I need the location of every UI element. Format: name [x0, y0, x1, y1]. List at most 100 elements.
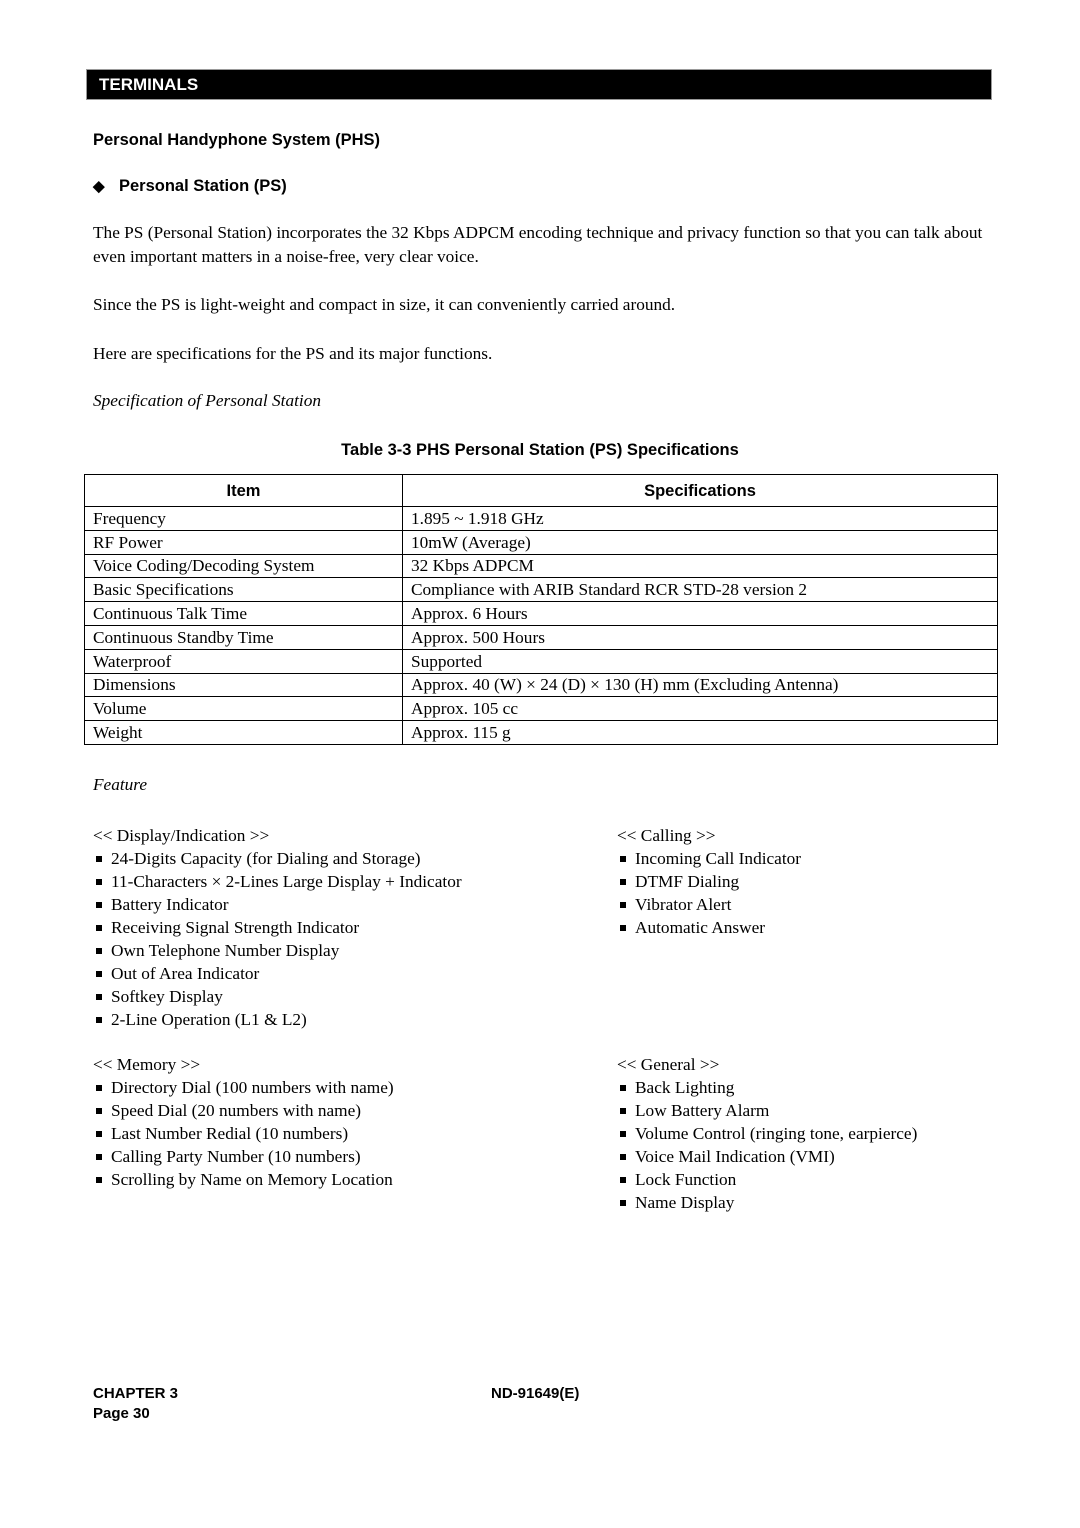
section-header-bar: TERMINALS [86, 69, 992, 100]
table-row: Dimensions Approx. 40 (W) × 24 (D) × 130 … [84, 672, 998, 698]
cell-specification: Approx. 115 g [402, 720, 998, 745]
paragraph-intro: The PS (Personal Station) incorporates t… [93, 223, 983, 266]
table-caption: Table 3-3 PHS Personal Station (PS) Spec… [341, 441, 739, 459]
feature-item-text: Vibrator Alert [635, 895, 732, 914]
feature-item-text: 11-Characters × 2-Lines Large Display + … [111, 872, 462, 891]
square-bullet-icon [96, 1108, 102, 1114]
feature-item: Back Lighting [617, 1076, 917, 1099]
cell-specification: 32 Kbps ADPCM [402, 553, 998, 579]
feature-list: 24-Digits Capacity (for Dialing and Stor… [93, 847, 462, 1031]
square-bullet-icon [620, 1108, 626, 1114]
square-bullet-icon [96, 994, 102, 1000]
paragraph-portable: Since the PS is light-weight and compact… [93, 295, 676, 314]
feature-item: Directory Dial (100 numbers with name) [93, 1076, 394, 1099]
feature-item: Automatic Answer [617, 916, 801, 939]
feature-item: Lock Function [617, 1168, 917, 1191]
feature-group-memory: << Memory >> Directory Dial (100 numbers… [93, 1053, 394, 1191]
feature-item-text: Directory Dial (100 numbers with name) [111, 1078, 394, 1097]
square-bullet-icon [96, 948, 102, 954]
cell-item: Continuous Talk Time [84, 601, 403, 626]
square-bullet-icon [620, 1177, 626, 1183]
feature-item: Softkey Display [93, 985, 462, 1008]
square-bullet-icon [96, 856, 102, 862]
square-bullet-icon [620, 1085, 626, 1091]
feature-item-text: Last Number Redial (10 numbers) [111, 1124, 349, 1143]
feature-list: Incoming Call Indicator DTMF Dialing Vibra… [617, 847, 801, 939]
feature-item: Own Telephone Number Display [93, 939, 462, 962]
cell-item: Frequency [84, 506, 403, 531]
feature-item-text: Softkey Display [111, 987, 223, 1006]
heading-phs: Personal Handyphone System (PHS) [93, 131, 380, 149]
spec-table: Item Specifications Frequency 1.895 ~ 1.9… [84, 474, 998, 745]
cell-item: Basic Specifications [84, 577, 403, 603]
feature-item: Vibrator Alert [617, 893, 801, 916]
feature-item-text: Name Display [635, 1193, 735, 1212]
square-bullet-icon [620, 1131, 626, 1137]
table-row: Continuous Talk Time Approx. 6 Hours [84, 601, 998, 626]
feature-item-text: Automatic Answer [635, 918, 766, 937]
feature-group-display: << Display/Indication >> 24-Digits Capac… [93, 824, 462, 1031]
table-row: Weight Approx. 115 g [84, 720, 998, 745]
square-bullet-icon [620, 1200, 626, 1206]
feature-item-text: Low Battery Alarm [635, 1101, 770, 1120]
square-bullet-icon [620, 902, 626, 908]
cell-item: Voice Coding/Decoding System [84, 553, 403, 579]
table-row: Voice Coding/Decoding System 32 Kbps ADPC… [84, 553, 998, 579]
header-item: Item [84, 474, 403, 507]
feature-item-text: Out of Area Indicator [111, 964, 260, 983]
feature-item: Volume Control (ringing tone, earpierce) [617, 1122, 917, 1145]
table-row: RF Power 10mW (Average) [84, 529, 998, 555]
cell-specification: Approx. 500 Hours [402, 624, 998, 650]
feature-item: 11-Characters × 2-Lines Large Display + … [93, 870, 462, 893]
feature-item: Low Battery Alarm [617, 1099, 917, 1122]
subheading-personal-station: ◆ Personal Station (PS) [93, 177, 287, 196]
feature-list: Directory Dial (100 numbers with name) Sp… [93, 1076, 394, 1191]
feature-list: Back Lighting Low Battery Alarm Volume Con… [617, 1076, 917, 1214]
square-bullet-icon [620, 856, 626, 862]
square-bullet-icon [96, 879, 102, 885]
cell-item: Volume [84, 696, 403, 722]
feature-item-text: Battery Indicator [111, 895, 229, 914]
feature-item: DTMF Dialing [617, 870, 801, 893]
feature-group-header: << Memory >> [93, 1055, 201, 1074]
feature-item: Speed Dial (20 numbers with name) [93, 1099, 394, 1122]
feature-item: 24-Digits Capacity (for Dialing and Stor… [93, 847, 462, 870]
square-bullet-icon [620, 925, 626, 931]
feature-item: Incoming Call Indicator [617, 847, 801, 870]
feature-group-general: << General >> Back Lighting Low Battery A… [617, 1053, 917, 1214]
feature-item-text: Voice Mail Indication (VMI) [635, 1147, 835, 1166]
feature-item: Battery Indicator [93, 893, 462, 916]
feature-item-text: Lock Function [635, 1170, 737, 1189]
feature-title: Feature [93, 775, 148, 794]
paragraph-specs-intro: Here are specifications for the PS and i… [93, 344, 493, 363]
feature-item: Scrolling by Name on Memory Location [93, 1168, 394, 1191]
section-title: TERMINALS [99, 75, 199, 94]
footer-doc-id: ND-91649(E) [491, 1385, 580, 1402]
square-bullet-icon [96, 1017, 102, 1023]
feature-item-text: 24-Digits Capacity (for Dialing and Stor… [111, 849, 421, 868]
square-bullet-icon [96, 971, 102, 977]
square-bullet-icon [96, 1131, 102, 1137]
cell-item: Weight [84, 720, 403, 745]
feature-item: Name Display [617, 1191, 917, 1214]
table-row: Continuous Standby Time Approx. 500 Hours [84, 624, 998, 650]
square-bullet-icon [620, 1154, 626, 1160]
cell-specification: Approx. 6 Hours [402, 601, 998, 626]
cell-specification: 10mW (Average) [402, 529, 998, 555]
feature-item: Receiving Signal Strength Indicator [93, 916, 462, 939]
feature-group-header: << General >> [617, 1055, 720, 1074]
spec-subtitle: Specification of Personal Station [93, 391, 321, 410]
feature-item-text: Incoming Call Indicator [635, 849, 802, 868]
subheading-text: Personal Station (PS) [119, 177, 287, 195]
cell-item: Dimensions [84, 672, 403, 698]
square-bullet-icon [96, 1154, 102, 1160]
feature-item-text: Volume Control (ringing tone, earpierce) [635, 1124, 918, 1143]
cell-specification: Approx. 40 (W) × 24 (D) × 130 (H) mm (Ex… [402, 672, 998, 698]
cell-specification: Compliance with ARIB Standard RCR STD-28… [402, 577, 998, 603]
feature-item: Voice Mail Indication (VMI) [617, 1145, 917, 1168]
feature-item: Out of Area Indicator [93, 962, 462, 985]
feature-item-text: Speed Dial (20 numbers with name) [111, 1101, 362, 1120]
feature-group-header: << Display/Indication >> [93, 826, 270, 845]
footer-chapter: CHAPTER 3 [93, 1385, 179, 1402]
feature-group-header: << Calling >> [617, 826, 716, 845]
